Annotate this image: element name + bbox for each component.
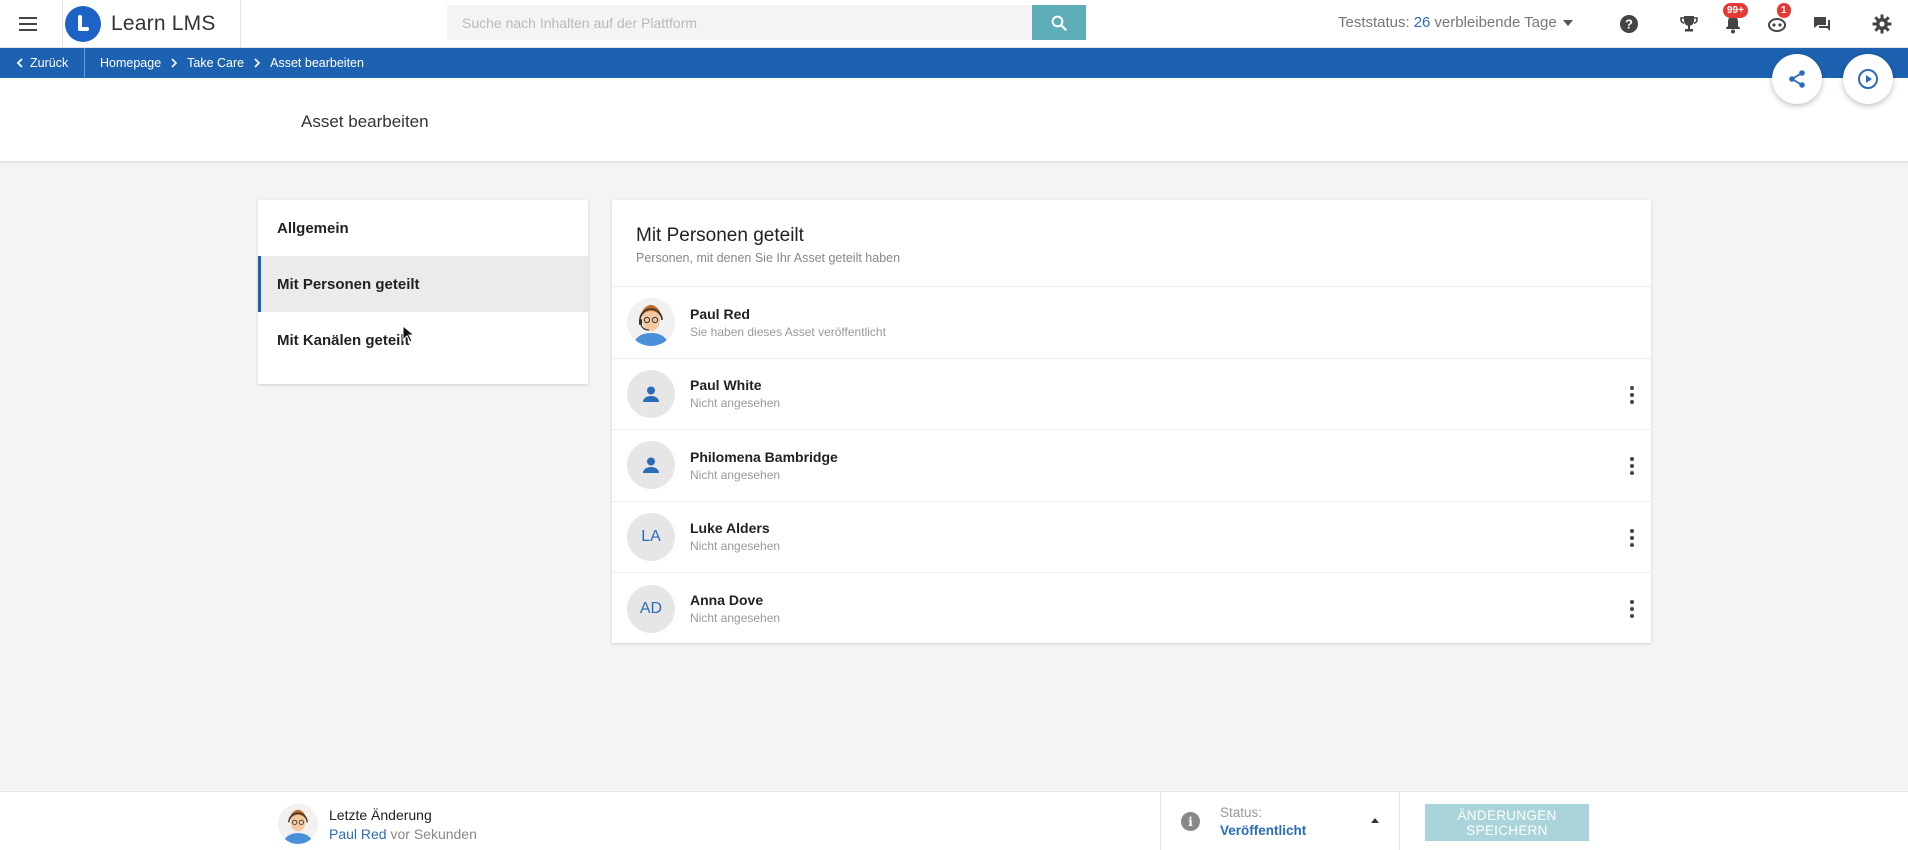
status-label: Status: [1220, 805, 1263, 820]
more-options-icon[interactable] [1629, 457, 1635, 475]
person-name: Anna Dove [690, 592, 764, 609]
person-name: Luke Alders [690, 520, 770, 537]
play-circle-icon [1858, 69, 1878, 89]
more-options-icon[interactable] [1629, 528, 1635, 547]
user-photo-icon [627, 298, 675, 347]
person-status: Sie haben dieses Asset veröffentlicht [690, 324, 886, 339]
panel-title: Mit Personen geteilt [636, 225, 804, 246]
nav-item-allgemein[interactable]: Allgemein [258, 200, 588, 256]
chevron-left-icon [16, 58, 23, 68]
breadcrumb-take-care[interactable]: Take Care [187, 56, 244, 70]
top-bar: Learn LMS Teststatus: 26 verbleibende Ta… [0, 0, 1908, 48]
back-link[interactable]: Zurück [16, 48, 86, 78]
play-button[interactable] [1843, 54, 1893, 104]
more-options-icon[interactable] [1629, 600, 1635, 618]
hamburger-menu-icon[interactable] [14, 12, 42, 36]
test-status-prefix: Teststatus: [1338, 14, 1410, 31]
person-name: Philomena Bambridge [690, 448, 838, 465]
brand[interactable]: Learn LMS [62, 0, 241, 48]
avatar [278, 804, 318, 844]
person-status: Nicht angesehen [690, 611, 781, 626]
shared-people-panel: Mit Personen geteilt Personen, mit denen… [612, 200, 1651, 643]
info-icon: i [1181, 812, 1200, 831]
panel-header: Mit Personen geteilt Personen, mit denen… [612, 200, 1651, 287]
share-button[interactable] [1772, 54, 1822, 104]
list-item: Philomena Bambridge Nicht angesehen [612, 430, 1651, 502]
settings-gear-icon[interactable] [1870, 12, 1894, 36]
person-status: Nicht angesehen [690, 396, 781, 411]
svg-text:?: ? [1625, 17, 1633, 32]
nav-item-mit-kanaelen-geteilt[interactable]: Mit Kanälen geteilt [258, 312, 588, 368]
footer-bar: Letzte Änderung Paul Red vor Sekunden i … [0, 791, 1908, 850]
search-input[interactable] [447, 5, 1032, 40]
person-icon [643, 386, 659, 402]
learn-lms-logo [65, 6, 101, 42]
avatar [627, 441, 675, 490]
messages-badge: 1 [1777, 3, 1791, 18]
caret-up-icon [1371, 818, 1379, 823]
status-value: Veröffentlicht [1220, 823, 1307, 838]
search-icon [1051, 15, 1067, 31]
help-icon[interactable]: ? [1617, 12, 1641, 36]
search-bar [447, 5, 1086, 40]
more-options-icon[interactable] [1629, 385, 1635, 404]
status-selector[interactable]: i Status: Veröffentlicht [1160, 792, 1400, 850]
test-status-days: 26 [1413, 14, 1431, 31]
chat-icon[interactable] [1810, 12, 1834, 36]
page-title: Asset bearbeiten [301, 112, 429, 131]
avatar-initials: AD [627, 584, 675, 633]
list-item: AD Anna Dove Nicht angesehen [612, 573, 1651, 645]
trophy-icon[interactable] [1677, 12, 1701, 36]
chevron-right-icon [254, 58, 261, 68]
panel-subtitle: Personen, mit denen Sie Ihr Asset geteil… [636, 251, 901, 265]
avatar [627, 298, 675, 347]
last-change-user[interactable]: Paul Red [329, 826, 387, 842]
mouse-cursor-icon [402, 325, 414, 343]
notifications-badge: 99+ [1723, 3, 1748, 18]
person-status: Nicht angesehen [690, 467, 781, 482]
list-item: Paul Red Sie haben dieses Asset veröffen… [612, 287, 1651, 359]
breadcrumb-asset-bearbeiten: Asset bearbeiten [270, 56, 364, 70]
notifications-bell-icon[interactable]: 99+ [1721, 3, 1748, 36]
list-item: LA Luke Alders Nicht angesehen [612, 502, 1651, 573]
last-change-label: Letzte Änderung [329, 806, 432, 823]
app-name: Learn LMS [111, 12, 216, 35]
nav-item-mit-personen-geteilt[interactable]: Mit Personen geteilt [258, 256, 588, 312]
person-name: Paul Red [690, 305, 750, 322]
avatar [627, 369, 675, 418]
share-icon [1789, 70, 1805, 88]
list-item: Paul White Nicht angesehen [612, 359, 1651, 430]
caret-down-icon [1562, 19, 1573, 26]
asset-settings-nav: Allgemein Mit Personen geteilt Mit Kanäl… [258, 200, 588, 384]
user-photo-icon [278, 804, 318, 844]
search-button[interactable] [1032, 5, 1086, 40]
person-name: Paul White [690, 377, 762, 394]
test-status-dropdown[interactable]: Teststatus: 26 verbleibende Tage [1338, 14, 1573, 31]
page-header: Asset bearbeiten [0, 78, 1908, 162]
chevron-right-icon [171, 58, 178, 68]
avatar-initials: LA [627, 512, 675, 561]
last-change: Letzte Änderung Paul Red vor Sekunden [278, 804, 477, 844]
bot-icon[interactable]: 1 [1765, 3, 1791, 36]
last-change-time: vor Sekunden [390, 825, 477, 842]
person-status: Nicht angesehen [690, 539, 781, 554]
back-label: Zurück [30, 56, 69, 70]
breadcrumb-bar: Zurück Homepage Take Care Asset bearbeit… [0, 48, 1908, 78]
breadcrumb-homepage[interactable]: Homepage [100, 56, 161, 70]
person-icon [643, 457, 659, 474]
test-status-suffix: verbleibende Tage [1434, 14, 1557, 31]
breadcrumb: Homepage Take Care Asset bearbeiten [100, 48, 364, 78]
save-changes-button[interactable]: ÄNDERUNGEN SPEICHERN [1425, 804, 1589, 841]
